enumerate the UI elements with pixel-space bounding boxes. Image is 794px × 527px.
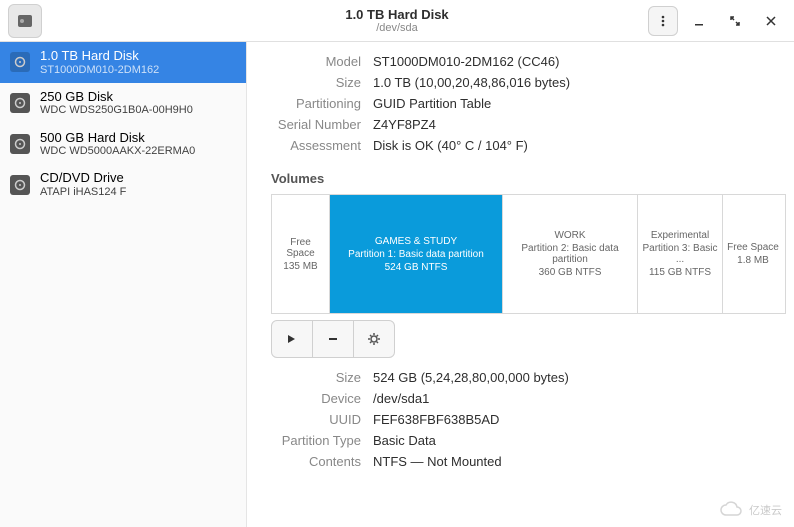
titlebar-right bbox=[648, 6, 786, 36]
prop-label: Model bbox=[271, 54, 361, 69]
prop-label: Contents bbox=[271, 454, 361, 469]
sidebar-item-name: 500 GB Hard Disk bbox=[40, 130, 195, 146]
sidebar-item[interactable]: 250 GB DiskWDC WDS250G1B0A-00H9H0 bbox=[0, 83, 246, 124]
watermark: 亿速云 bbox=[719, 501, 782, 519]
vol-value-size: 524 GB (5,24,28,80,00,000 bytes) bbox=[373, 370, 569, 385]
volume-size: 1.8 MB bbox=[737, 255, 769, 266]
prop-value-model: ST1000DM010-2DM162 (CC46) bbox=[373, 54, 559, 69]
volume-size: 115 GB NTFS bbox=[649, 267, 711, 278]
prop-label: Device bbox=[271, 391, 361, 406]
volume-segment[interactable]: Free Space 135 MB bbox=[272, 195, 330, 313]
prop-label: UUID bbox=[271, 412, 361, 427]
volume-segment[interactable]: Free Space 1.8 MB bbox=[723, 195, 783, 313]
vol-value-uuid: FEF638FBF638B5AD bbox=[373, 412, 499, 427]
volume-type: Partition 3: Basic ... bbox=[642, 243, 718, 265]
sidebar: 1.0 TB Hard DiskST1000DM010-2DM162250 GB… bbox=[0, 42, 247, 527]
content: 1.0 TB Hard DiskST1000DM010-2DM162250 GB… bbox=[0, 42, 794, 527]
maximize-button[interactable] bbox=[720, 6, 750, 36]
prop-value-partitioning: GUID Partition Table bbox=[373, 96, 491, 111]
sidebar-item-name: 1.0 TB Hard Disk bbox=[40, 48, 159, 64]
app-menu-button[interactable] bbox=[8, 4, 42, 38]
sidebar-item-name: 250 GB Disk bbox=[40, 89, 193, 105]
volume-name: Free Space bbox=[276, 237, 325, 259]
prop-value-size: 1.0 TB (10,00,20,48,86,016 bytes) bbox=[373, 75, 570, 90]
sidebar-item[interactable]: 1.0 TB Hard DiskST1000DM010-2DM162 bbox=[0, 42, 246, 83]
volume-size: 360 GB NTFS bbox=[539, 267, 602, 278]
sidebar-item-sub: ATAPI iHAS124 F bbox=[40, 186, 126, 199]
volume-type: Partition 2: Basic data partition bbox=[507, 243, 633, 265]
volume-size: 524 GB NTFS bbox=[385, 262, 448, 273]
prop-label: Size bbox=[271, 370, 361, 385]
prop-label: Partition Type bbox=[271, 433, 361, 448]
titlebar: 1.0 TB Hard Disk /dev/sda bbox=[0, 0, 794, 42]
volume-size: 135 MB bbox=[283, 261, 317, 272]
prop-value-serial: Z4YF8PZ4 bbox=[373, 117, 436, 132]
sidebar-item[interactable]: CD/DVD DriveATAPI iHAS124 F bbox=[0, 164, 246, 205]
volume-segment[interactable]: WORK Partition 2: Basic data partition 360… bbox=[503, 195, 638, 313]
window-title: 1.0 TB Hard Disk bbox=[345, 7, 448, 22]
volume-name: Free Space bbox=[727, 242, 779, 253]
prop-label: Assessment bbox=[271, 138, 361, 153]
prop-label: Size bbox=[271, 75, 361, 90]
vol-value-device: /dev/sda1 bbox=[373, 391, 429, 406]
volume-segment[interactable]: GAMES & STUDY Partition 1: Basic data par… bbox=[330, 195, 503, 313]
prop-label: Serial Number bbox=[271, 117, 361, 132]
mount-button[interactable] bbox=[271, 320, 313, 358]
disk-icon bbox=[10, 134, 30, 154]
minimize-button[interactable] bbox=[684, 6, 714, 36]
disk-icon bbox=[10, 52, 30, 72]
main-panel: Model ST1000DM010-2DM162 (CC46) Size 1.0 T… bbox=[247, 42, 794, 527]
volume-bar: Free Space 135 MB GAMES & STUDY Partition 1… bbox=[271, 194, 786, 314]
kebab-menu-button[interactable] bbox=[648, 6, 678, 36]
prop-value-assessment: Disk is OK (40° C / 104° F) bbox=[373, 138, 528, 153]
partition-settings-button[interactable] bbox=[353, 320, 395, 358]
volume-actions bbox=[271, 320, 770, 358]
window-subtitle: /dev/sda bbox=[345, 22, 448, 34]
volume-segment[interactable]: Experimental Partition 3: Basic ... 115 GB… bbox=[638, 195, 723, 313]
sidebar-item[interactable]: 500 GB Hard DiskWDC WD5000AAKX-22ERMA0 bbox=[0, 124, 246, 165]
volume-type: Partition 1: Basic data partition bbox=[348, 249, 484, 260]
sidebar-item-sub: WDC WDS250G1B0A-00H9H0 bbox=[40, 104, 193, 117]
titlebar-center: 1.0 TB Hard Disk /dev/sda bbox=[345, 7, 448, 34]
volume-name: WORK bbox=[554, 230, 585, 241]
volume-name: GAMES & STUDY bbox=[375, 236, 457, 247]
close-button[interactable] bbox=[756, 6, 786, 36]
disk-icon bbox=[10, 175, 30, 195]
disk-icon bbox=[10, 93, 30, 113]
sidebar-item-sub: ST1000DM010-2DM162 bbox=[40, 64, 159, 77]
vol-value-contents: NTFS — Not Mounted bbox=[373, 454, 502, 469]
sidebar-item-name: CD/DVD Drive bbox=[40, 170, 126, 186]
titlebar-left bbox=[8, 4, 42, 38]
vol-value-ptype: Basic Data bbox=[373, 433, 436, 448]
delete-partition-button[interactable] bbox=[312, 320, 354, 358]
volumes-heading: Volumes bbox=[271, 171, 770, 186]
cloud-icon bbox=[719, 501, 745, 519]
volume-name: Experimental bbox=[651, 230, 709, 241]
prop-label: Partitioning bbox=[271, 96, 361, 111]
sidebar-item-sub: WDC WD5000AAKX-22ERMA0 bbox=[40, 145, 195, 158]
